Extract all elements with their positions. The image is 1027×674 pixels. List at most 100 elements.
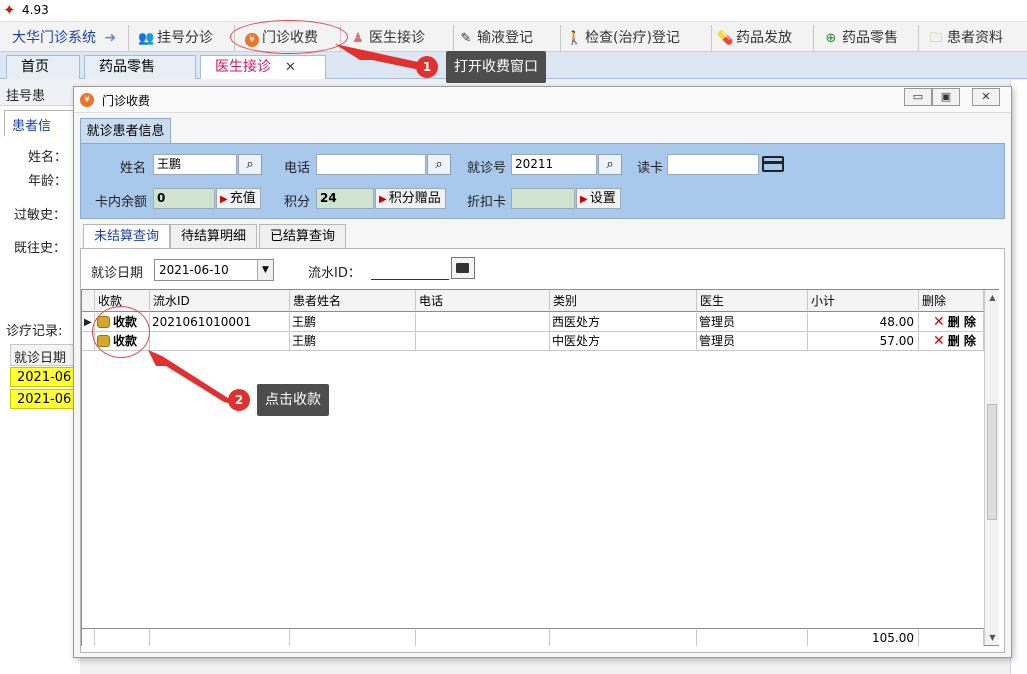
delete-button[interactable]: ✕ 删 除	[919, 332, 984, 351]
background-record-row[interactable]: 2021-06	[10, 367, 76, 387]
flow-id-input[interactable]	[371, 262, 449, 280]
name-label: 姓名	[120, 161, 147, 176]
system-name: 大华门诊系统	[12, 30, 96, 46]
visit-date-value: 2021-06-10	[159, 263, 229, 277]
grid-header-subtotal: 小计	[808, 290, 919, 312]
grid-header-category: 类别	[550, 290, 697, 312]
step-badge-1: 1	[416, 56, 438, 78]
close-icon[interactable]: ✕	[285, 60, 296, 75]
flow-id-cell	[150, 332, 290, 351]
background-allergy-label: 过敏史：	[14, 208, 67, 223]
menu-system[interactable]: 大华门诊系统 ➜	[12, 26, 116, 50]
patient-info-tab[interactable]: 就诊患者信息	[80, 118, 171, 144]
users-icon: 👥	[138, 31, 155, 46]
read-card-field[interactable]	[667, 154, 759, 175]
tab-settled-query[interactable]: 已结算查询	[259, 224, 347, 249]
visit-date-label: 就诊日期	[91, 266, 144, 281]
grid-header-patient: 患者姓名	[290, 290, 416, 312]
menu-label: 患者资料	[947, 30, 1003, 46]
visit-number-field[interactable]: 20211	[511, 154, 597, 175]
menu-exam[interactable]: 🚶 检查(治疗)登记	[566, 26, 680, 50]
subtotal-cell: 57.00	[808, 332, 919, 351]
maximize-button[interactable]: ▣	[932, 88, 960, 106]
menu-label: 输液登记	[477, 30, 533, 46]
scroll-thumb[interactable]	[987, 404, 997, 520]
patient-cell: 王鹏	[290, 332, 416, 351]
menu-drug-retail[interactable]: ⊕ 药品零售	[823, 26, 898, 50]
close-button[interactable]: ✕	[972, 88, 1000, 106]
chevron-down-icon[interactable]: ▼	[257, 260, 273, 280]
category-cell: 中医处方	[550, 332, 697, 351]
background-patient-tab[interactable]: 患者信	[12, 115, 51, 134]
background-name-label: 姓名：	[28, 150, 68, 165]
tab-drug-retail[interactable]: 药品零售	[84, 55, 196, 79]
barcode-scanner-icon[interactable]	[451, 257, 475, 279]
tab-home[interactable]: 首页	[6, 55, 80, 79]
phone-cell	[416, 313, 550, 332]
scroll-up-icon[interactable]: ▲	[985, 290, 1000, 305]
search-icon[interactable]: ⌕	[427, 154, 451, 175]
background-age-label: 年龄：	[28, 174, 68, 189]
play-icon: ▶	[580, 194, 588, 205]
yen-coin-icon: ¥	[80, 93, 94, 107]
background-record-row[interactable]: 2021-06	[10, 389, 76, 409]
tab-unsettled-query[interactable]: 未结算查询	[83, 224, 171, 249]
walking-person-icon: 🚶	[566, 31, 583, 46]
menu-doctor-consult[interactable]: ♟ 医生接诊	[350, 26, 425, 50]
button-label: 设置	[589, 191, 616, 206]
menu-patient-records[interactable]: 🗀 患者资料	[928, 26, 1003, 50]
card-balance-field: 0	[153, 188, 215, 209]
arrow-right-icon: ➜	[104, 30, 117, 46]
flow-id-label: 流水ID：	[308, 266, 361, 281]
menu-infusion[interactable]: ✎ 输液登记	[458, 26, 533, 50]
settings-button[interactable]: ▶ 设置	[576, 188, 621, 209]
read-card-label: 读卡	[637, 161, 664, 176]
search-icon[interactable]: ⌕	[598, 154, 622, 175]
phone-field[interactable]	[316, 154, 426, 175]
points-gift-button[interactable]: ▶ 积分赠品	[375, 188, 446, 209]
background-panel: 挂号患 患者信 姓名： 年龄： 过敏史： 既往史： 诊疗记录: 就诊日期 202…	[0, 80, 1027, 674]
doctor-cell: 管理员	[697, 332, 808, 351]
grid-corner	[82, 290, 95, 312]
background-right-strip	[1010, 80, 1027, 674]
discount-card-label: 折扣卡	[467, 195, 507, 210]
row-pointer-icon: ▶	[84, 317, 92, 328]
menu-label: 药品零售	[842, 30, 898, 46]
phone-cell	[416, 332, 550, 351]
tab-pending-details[interactable]: 待结算明细	[170, 224, 258, 249]
app-version: 4.93	[22, 3, 49, 17]
background-records-label: 诊疗记录:	[6, 324, 63, 339]
grid-header-doctor: 医生	[697, 290, 808, 312]
grid-scrollbar[interactable]: ▲ ▼	[984, 290, 999, 645]
minimize-button[interactable]: ▭	[904, 88, 932, 106]
delete-x-icon: ✕	[933, 314, 945, 330]
billing-grid: 收款 流水ID 患者姓名 电话 类别 医生 小计 删除 ▶ 收款 2021061…	[81, 289, 999, 646]
play-icon: ▶	[220, 194, 228, 205]
card-balance-label: 卡内余额	[95, 195, 148, 210]
visit-date-select[interactable]: 2021-06-10 ▼	[154, 259, 274, 281]
menu-drug-dispense[interactable]: 💊 药品发放	[717, 26, 792, 50]
menu-label: 医生接诊	[369, 30, 425, 46]
grid-header-delete: 删除	[919, 290, 984, 312]
flow-id-cell: 2021061010001	[150, 313, 290, 332]
name-field[interactable]: 王鹏	[153, 154, 237, 175]
recharge-button[interactable]: ▶ 充值	[216, 188, 261, 209]
highlight-ellipse-pay	[92, 306, 150, 358]
points-label: 积分	[284, 195, 311, 210]
step-label-1: 打开收费窗口	[446, 51, 546, 83]
app-logo-icon: ✦	[3, 1, 16, 19]
search-icon[interactable]: ⌕	[238, 154, 262, 175]
highlight-ellipse-billing	[230, 20, 348, 54]
menu-registration[interactable]: 👥 挂号分诊	[138, 26, 213, 50]
delete-button[interactable]: ✕ 删 除	[919, 313, 984, 332]
top-menu: 大华门诊系统 ➜ 👥 挂号分诊 ¥ 门诊收费 ♟ 医生接诊 ✎ 输液登记 🚶 检查(治疗)…	[0, 22, 1027, 52]
patient-cell: 王鹏	[290, 313, 416, 332]
card-reader-icon[interactable]	[762, 156, 784, 172]
folder-icon: 🗀	[929, 31, 943, 46]
tab-doctor-consult[interactable]: 医生接诊 ✕	[200, 55, 326, 79]
category-cell: 西医处方	[550, 313, 697, 332]
dialog-titlebar: ¥ 门诊收费 ▭ ▣ ✕	[74, 87, 1011, 113]
app-titlebar: ✦ 4.93	[0, 0, 1027, 22]
button-label: 积分赠品	[388, 191, 441, 206]
scroll-down-icon[interactable]: ▼	[985, 630, 1000, 645]
